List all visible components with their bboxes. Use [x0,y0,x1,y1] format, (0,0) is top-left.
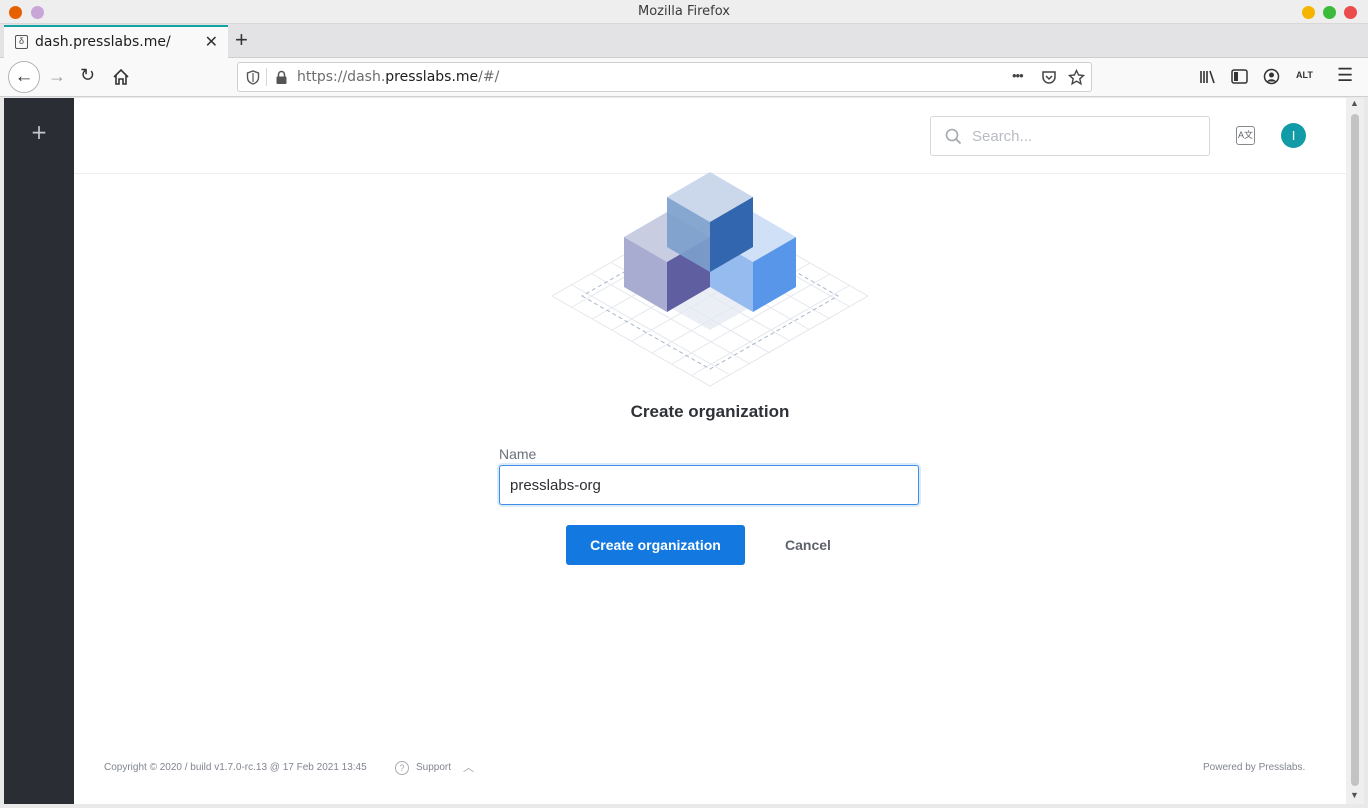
shield-icon[interactable] [246,70,260,85]
copyright-text: Copyright © 2020 / build v1.7.0-rc.13 @ … [104,762,367,773]
name-label: Name [499,446,537,462]
sidebar-toggle-icon[interactable] [1231,69,1248,84]
app-sidebar: + [4,98,74,804]
search-icon [945,128,962,145]
lock-icon[interactable] [275,70,288,85]
tab-dash-presslabs[interactable]: δ dash.presslabs.me/ ✕ [4,25,228,58]
address-bar[interactable]: https://dash.presslabs.me/#/ ••• [237,62,1092,92]
tab-close-icon[interactable]: ✕ [205,32,218,52]
tab-label: dash.presslabs.me/ [35,34,171,50]
scrollbar-thumb[interactable] [1351,114,1359,786]
window-title: Mozilla Firefox [638,4,730,19]
site-favicon-icon: δ [15,35,28,49]
page-scrollbar[interactable]: ▲ ▼ [1346,98,1364,804]
tab-strip: δ dash.presslabs.me/ ✕ + [0,24,1368,58]
scroll-up-icon[interactable]: ▲ [1350,98,1359,108]
window-titlebar: Mozilla Firefox [0,0,1368,24]
cubes-illustration [550,172,870,387]
new-tab-button[interactable]: + [235,27,248,53]
hamburger-menu-icon[interactable]: ☰ [1337,65,1353,86]
page-actions-icon[interactable]: ••• [1012,68,1024,83]
translate-icon[interactable]: A文 [1236,126,1255,145]
organization-name-input[interactable] [499,465,919,505]
scroll-down-icon[interactable]: ▼ [1350,790,1359,800]
alt-text-extension-icon[interactable]: ALT [1296,70,1313,80]
url-text[interactable]: https://dash.presslabs.me/#/ [297,69,499,85]
close-window-button[interactable] [1344,6,1357,19]
pocket-icon[interactable] [1041,70,1057,85]
library-icon[interactable] [1199,69,1217,85]
back-button[interactable]: ← [8,61,40,93]
chevron-up-icon[interactable]: ︿ [463,759,474,775]
url-separator [266,68,267,86]
reload-button[interactable]: ↻ [80,65,95,86]
support-link[interactable]: Support [416,762,451,773]
navigation-toolbar: ← → ↻ https://dash.presslabs.me/#/ ••• A… [0,58,1368,97]
search-placeholder: Search... [972,128,1033,145]
create-organization-button[interactable]: Create organization [566,525,745,565]
powered-by-text: Powered by Presslabs. [1203,762,1306,773]
forward-button[interactable]: → [48,66,66,87]
page-title: Create organization [630,402,790,421]
top-header: Search... A文 I [74,98,1346,174]
minimize-button[interactable] [1302,6,1315,19]
maximize-button[interactable] [1323,6,1336,19]
account-icon[interactable] [1263,68,1280,85]
add-organization-icon[interactable]: + [4,120,74,144]
cancel-button[interactable]: Cancel [764,525,852,565]
main-content: Search... A文 I Create organization Name … [74,98,1346,804]
bookmark-star-icon[interactable] [1068,69,1085,86]
home-icon[interactable] [112,68,130,86]
user-avatar[interactable]: I [1281,123,1306,148]
search-box[interactable]: Search... [930,116,1210,156]
help-circle-icon[interactable]: ? [395,761,409,775]
